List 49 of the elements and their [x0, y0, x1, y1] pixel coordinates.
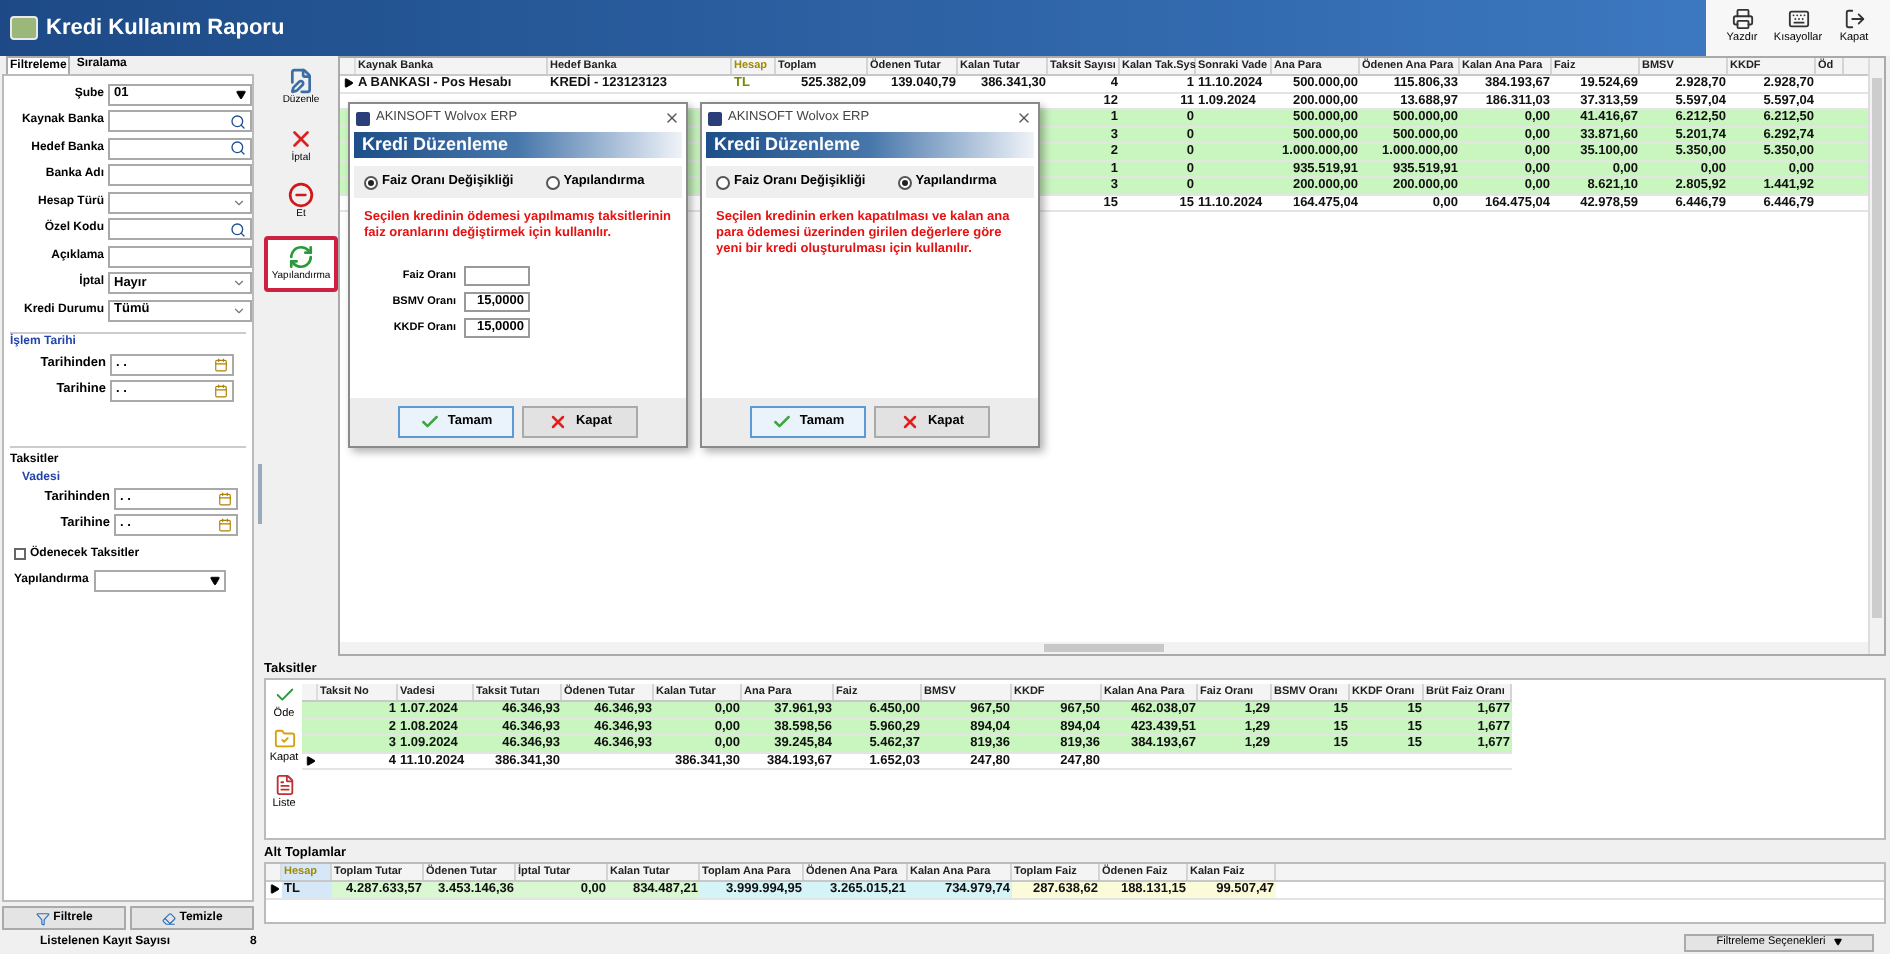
input-field[interactable] [108, 245, 252, 268]
window-title: Kredi Kullanım Raporu [46, 13, 285, 44]
input-field[interactable] [108, 164, 252, 187]
lookup-field[interactable] [108, 137, 252, 160]
select-field[interactable] [108, 191, 252, 214]
calendar-icon [218, 517, 232, 531]
folder-icon [273, 728, 295, 751]
search-icon [230, 113, 246, 130]
refresh-icon [288, 243, 314, 269]
calendar-icon [214, 357, 228, 371]
keyboard-icon [1787, 8, 1809, 31]
dialog-title: Kredi Düzenleme [714, 131, 861, 158]
close-icon[interactable] [1016, 110, 1032, 126]
check-icon [419, 412, 440, 432]
select-field[interactable] [94, 569, 227, 591]
splitter-handle[interactable] [258, 463, 262, 523]
row-pointer-icon [343, 78, 353, 89]
caret-icon [210, 575, 221, 585]
x-icon [899, 412, 920, 432]
row-pointer-icon [305, 755, 315, 766]
check-icon [273, 684, 295, 706]
lookup-field[interactable] [108, 218, 252, 241]
horizontal-scrollbar[interactable] [340, 642, 1868, 654]
calendar-icon [218, 491, 232, 505]
x-icon [288, 125, 314, 151]
dialog-title: Kredi Düzenleme [362, 131, 509, 158]
edit-icon [288, 68, 314, 94]
row-pointer-icon [269, 884, 279, 895]
exit-icon [1843, 8, 1865, 31]
caret-icon [236, 89, 246, 100]
eraser-icon [161, 911, 176, 925]
caret-icon [232, 195, 246, 210]
report-logo-icon [10, 16, 38, 40]
calendar-icon [214, 383, 228, 397]
lookup-field[interactable] [108, 110, 252, 133]
vertical-scrollbar[interactable] [1868, 58, 1884, 654]
search-icon [230, 221, 246, 238]
close-icon[interactable] [664, 110, 680, 126]
caret-icon [1833, 938, 1842, 946]
stop-icon [288, 182, 314, 208]
app-logo-icon [356, 111, 370, 125]
x-icon [547, 412, 568, 432]
rate-input-field[interactable] [464, 266, 530, 286]
app-logo-icon [708, 111, 722, 125]
search-icon [230, 140, 246, 157]
funnel-icon [35, 911, 50, 925]
check-icon [771, 412, 792, 432]
document-icon [273, 773, 295, 795]
printer-icon [1731, 8, 1753, 31]
